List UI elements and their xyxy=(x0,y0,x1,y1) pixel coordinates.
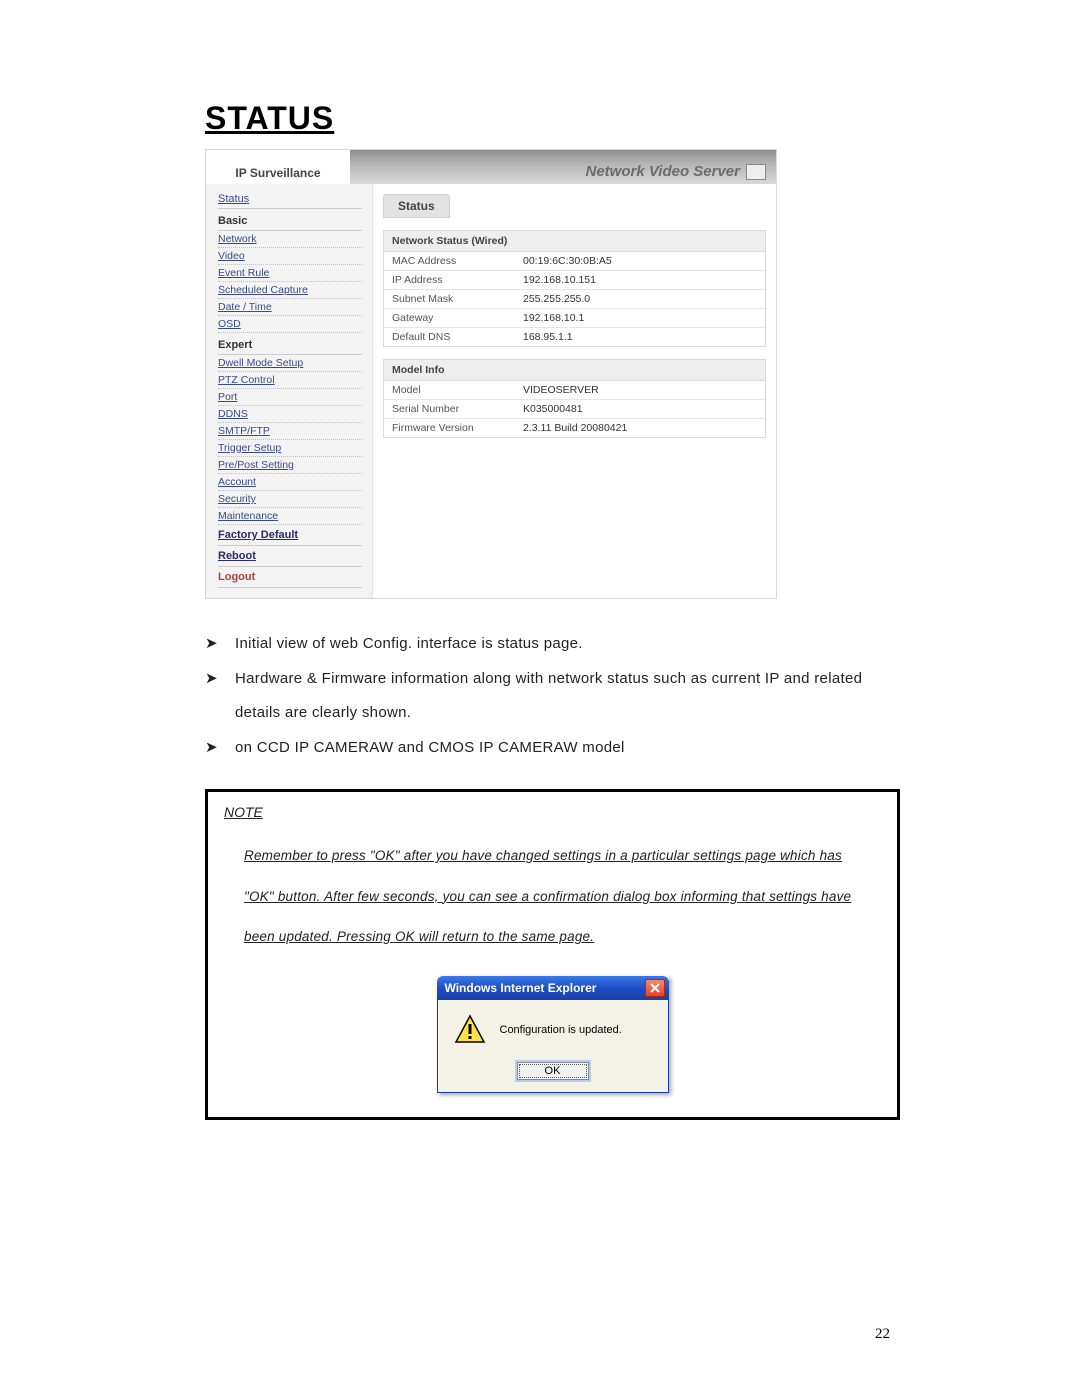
panel-title: Model Info xyxy=(384,360,765,381)
nav-trigger-setup[interactable]: Trigger Setup xyxy=(218,440,362,457)
nav-event-rule[interactable]: Event Rule xyxy=(218,265,362,282)
nav-osd[interactable]: OSD xyxy=(218,316,362,333)
ie-dialog: Windows Internet Explorer xyxy=(437,976,669,1093)
panel-network-status: Network Status (Wired) MAC Address 00:19… xyxy=(383,230,766,347)
key-subnet: Subnet Mask xyxy=(384,290,515,308)
note-box: NOTE Remember to press "OK" after you ha… xyxy=(205,789,900,1120)
key-serial: Serial Number xyxy=(384,400,515,418)
camera-icon xyxy=(746,164,766,180)
nav-logout[interactable]: Logout xyxy=(218,567,362,588)
nav-port[interactable]: Port xyxy=(218,389,362,406)
nav-smtp-ftp[interactable]: SMTP/FTP xyxy=(218,423,362,440)
nav-section-expert: Expert xyxy=(218,333,362,355)
val-subnet: 255.255.255.0 xyxy=(515,290,765,308)
bullet-text: Hardware & Firmware information along wi… xyxy=(235,662,900,731)
nav-dwell-mode[interactable]: Dwell Mode Setup xyxy=(218,355,362,372)
dialog-message-row: Configuration is updated. xyxy=(448,1014,658,1046)
note-title: NOTE xyxy=(224,804,881,820)
banner: Network Video Server xyxy=(350,150,776,184)
bullet-item: ➤ on CCD IP CAMERAW and CMOS IP CAMERAW … xyxy=(205,731,900,766)
bullet-item: ➤ Hardware & Firmware information along … xyxy=(205,662,900,731)
row-ip: IP Address 192.168.10.151 xyxy=(384,271,765,290)
warning-icon xyxy=(454,1014,486,1046)
row-subnet: Subnet Mask 255.255.255.0 xyxy=(384,290,765,309)
row-mac: MAC Address 00:19:6C:30:0B:A5 xyxy=(384,252,765,271)
nav-video[interactable]: Video xyxy=(218,248,362,265)
dialog-body: Configuration is updated. OK xyxy=(437,1000,669,1093)
brand-title: Network Video Server xyxy=(585,163,766,180)
row-firmware: Firmware Version 2.3.11 Build 20080421 xyxy=(384,419,765,437)
row-model: Model VIDEOSERVER xyxy=(384,381,765,400)
sidebar-title: IP Surveillance xyxy=(206,150,350,184)
key-dns: Default DNS xyxy=(384,328,515,346)
document-page: STATUS IP Surveillance Network Video Ser… xyxy=(0,0,1080,1397)
key-gateway: Gateway xyxy=(384,309,515,327)
dialog-button-row: OK xyxy=(448,1062,658,1080)
main-panel: Status Network Status (Wired) MAC Addres… xyxy=(373,184,776,598)
bullet-text: Initial view of web Config. interface is… xyxy=(235,627,583,662)
nav-scheduled-capture[interactable]: Scheduled Capture xyxy=(218,282,362,299)
ui-header: IP Surveillance Network Video Server xyxy=(206,150,776,184)
val-dns: 168.95.1.1 xyxy=(515,328,765,346)
close-icon xyxy=(650,983,660,993)
bullet-list: ➤ Initial view of web Config. interface … xyxy=(205,627,900,765)
bullet-item: ➤ Initial view of web Config. interface … xyxy=(205,627,900,662)
panel-model-info: Model Info Model VIDEOSERVER Serial Numb… xyxy=(383,359,766,438)
nav-maintenance[interactable]: Maintenance xyxy=(218,508,362,525)
close-button[interactable] xyxy=(645,979,665,997)
val-mac: 00:19:6C:30:0B:A5 xyxy=(515,252,765,270)
key-model: Model xyxy=(384,381,515,399)
note-body: Remember to press "OK" after you have ch… xyxy=(224,836,881,958)
config-ui-screenshot: IP Surveillance Network Video Server Sta… xyxy=(205,149,777,599)
panel-title: Network Status (Wired) xyxy=(384,231,765,252)
row-serial: Serial Number K035000481 xyxy=(384,400,765,419)
nav-factory-default[interactable]: Factory Default xyxy=(218,525,362,546)
sidebar-nav: Status Basic Network Video Event Rule Sc… xyxy=(206,184,373,598)
val-model: VIDEOSERVER xyxy=(515,381,765,399)
nav-status[interactable]: Status xyxy=(218,190,362,209)
page-heading: STATUS xyxy=(205,100,900,137)
bullet-glyph-icon: ➤ xyxy=(205,662,223,731)
key-ip: IP Address xyxy=(384,271,515,289)
row-gateway: Gateway 192.168.10.1 xyxy=(384,309,765,328)
nav-security[interactable]: Security xyxy=(218,491,362,508)
val-ip: 192.168.10.151 xyxy=(515,271,765,289)
bullet-text: on CCD IP CAMERAW and CMOS IP CAMERAW mo… xyxy=(235,731,625,766)
nav-ptz-control[interactable]: PTZ Control xyxy=(218,372,362,389)
row-dns: Default DNS 168.95.1.1 xyxy=(384,328,765,346)
val-gateway: 192.168.10.1 xyxy=(515,309,765,327)
val-firmware: 2.3.11 Build 20080421 xyxy=(515,419,765,437)
nav-section-basic: Basic xyxy=(218,209,362,231)
dialog-wrap: Windows Internet Explorer xyxy=(224,976,881,1093)
nav-pre-post[interactable]: Pre/Post Setting xyxy=(218,457,362,474)
main-tab-status[interactable]: Status xyxy=(383,194,450,218)
dialog-message: Configuration is updated. xyxy=(500,1024,622,1036)
nav-date-time[interactable]: Date / Time xyxy=(218,299,362,316)
ie-titlebar: Windows Internet Explorer xyxy=(437,976,669,1000)
ok-button[interactable]: OK xyxy=(517,1062,589,1080)
dialog-title: Windows Internet Explorer xyxy=(445,981,645,995)
nav-reboot[interactable]: Reboot xyxy=(218,546,362,567)
val-serial: K035000481 xyxy=(515,400,765,418)
brand-text: Network Video Server xyxy=(585,163,740,180)
nav-account[interactable]: Account xyxy=(218,474,362,491)
page-number: 22 xyxy=(875,1326,890,1343)
key-mac: MAC Address xyxy=(384,252,515,270)
nav-network[interactable]: Network xyxy=(218,231,362,248)
bullet-glyph-icon: ➤ xyxy=(205,627,223,662)
bullet-glyph-icon: ➤ xyxy=(205,731,223,766)
nav-ddns[interactable]: DDNS xyxy=(218,406,362,423)
key-firmware: Firmware Version xyxy=(384,419,515,437)
ui-body: Status Basic Network Video Event Rule Sc… xyxy=(206,184,776,598)
